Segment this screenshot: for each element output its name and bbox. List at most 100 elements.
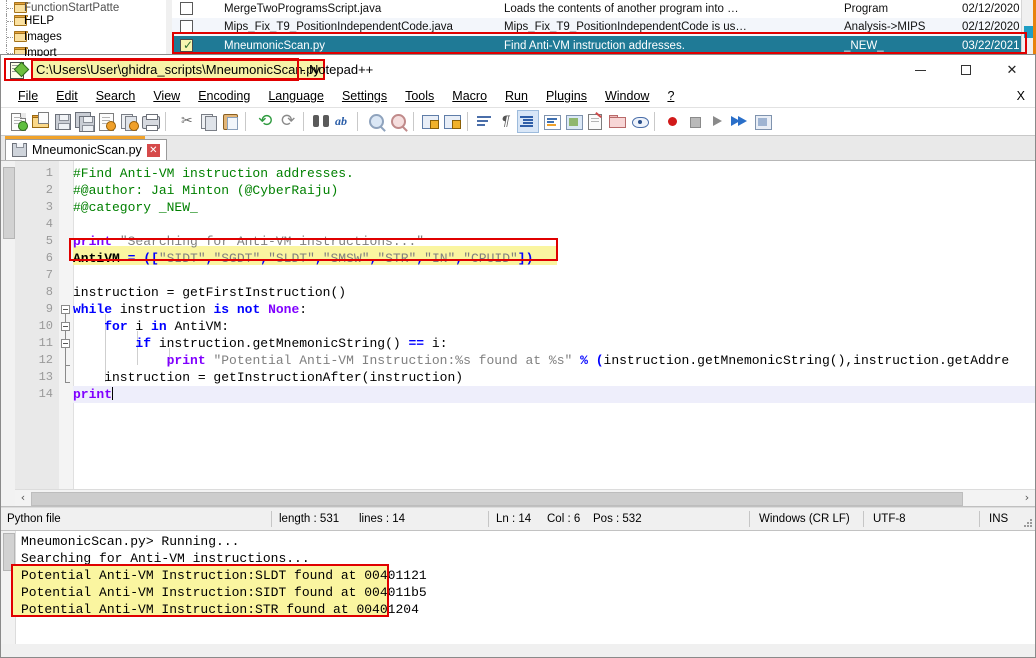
status-insert-mode[interactable]: INS bbox=[983, 508, 1029, 530]
cut-icon[interactable]: ✂ bbox=[177, 112, 197, 132]
zoom-out-icon[interactable] bbox=[389, 112, 409, 132]
line-number: 12 bbox=[38, 353, 53, 367]
close-button[interactable]: ✕ bbox=[989, 55, 1035, 85]
status-eol-format[interactable]: Windows (CR LF) bbox=[753, 508, 869, 530]
tree-item-label: Import bbox=[24, 47, 57, 56]
tree-item-help[interactable]: HELP bbox=[0, 13, 166, 29]
row-checkbox[interactable] bbox=[180, 20, 193, 33]
menu-window[interactable]: Window bbox=[596, 85, 658, 107]
run-icon[interactable] bbox=[753, 112, 773, 132]
record-macro-icon[interactable] bbox=[663, 112, 683, 132]
row-category: Program bbox=[844, 3, 889, 15]
status-pos: Pos : 532 bbox=[593, 513, 642, 525]
scroll-right-arrow-icon[interactable]: › bbox=[1019, 490, 1035, 505]
tree-item-label: Images bbox=[24, 31, 62, 43]
tree-item-label: FunctionStartPatte bbox=[24, 2, 120, 14]
menu-macro[interactable]: Macro bbox=[443, 85, 496, 107]
close-document-button[interactable]: X bbox=[1017, 85, 1025, 107]
menu-encoding[interactable]: Encoding bbox=[189, 85, 259, 107]
menu-run[interactable]: Run bbox=[496, 85, 537, 107]
menu-edit[interactable]: Edit bbox=[47, 85, 87, 107]
paste-icon[interactable] bbox=[221, 112, 241, 132]
word-wrap-icon[interactable] bbox=[475, 112, 495, 132]
tab-close-icon[interactable]: ✕ bbox=[146, 143, 160, 157]
fold-toggle-line-9[interactable] bbox=[61, 305, 70, 314]
status-encoding[interactable]: UTF-8 bbox=[867, 508, 973, 530]
code-line-10: for i in AntiVM: bbox=[104, 319, 230, 334]
tree-item-images[interactable]: Images bbox=[0, 29, 166, 45]
menu-tools[interactable]: Tools bbox=[396, 85, 443, 107]
code-line-12: print "Potential Anti-VM Instruction:%s … bbox=[166, 353, 1010, 368]
sync-horizontal-scroll-icon[interactable] bbox=[443, 112, 463, 132]
menu-view[interactable]: View bbox=[144, 85, 189, 107]
save-all-icon[interactable] bbox=[75, 112, 95, 132]
menu-language[interactable]: Language bbox=[259, 85, 333, 107]
open-file-icon[interactable] bbox=[31, 112, 51, 132]
tree-item-label: HELP bbox=[24, 15, 55, 27]
annotation-box-console-results bbox=[11, 564, 389, 617]
fold-toggle-line-10[interactable] bbox=[61, 322, 70, 331]
sync-vertical-scroll-icon[interactable] bbox=[421, 112, 441, 132]
new-file-icon[interactable] bbox=[9, 112, 29, 132]
find-icon[interactable] bbox=[311, 112, 331, 132]
table-row-selected[interactable]: ✓ MneumonicScan.py Find Anti-VM instruct… bbox=[172, 36, 1022, 56]
menu-settings[interactable]: Settings bbox=[333, 85, 396, 107]
playback-macro-icon[interactable] bbox=[707, 112, 727, 132]
notepadpp-app-icon bbox=[10, 61, 30, 79]
menu-plugins[interactable]: Plugins bbox=[537, 85, 596, 107]
fold-toggle-line-11[interactable] bbox=[61, 339, 70, 348]
replace-icon[interactable]: ab bbox=[333, 112, 353, 132]
status-divider bbox=[979, 511, 980, 527]
zoom-in-icon[interactable] bbox=[367, 112, 387, 132]
menu-help[interactable]: ? bbox=[658, 85, 683, 107]
code-folding-margin[interactable] bbox=[59, 161, 74, 506]
maximize-button[interactable] bbox=[943, 55, 989, 85]
redo-icon[interactable]: ⟳ bbox=[279, 112, 299, 132]
code-editor[interactable]: 1 2 3 4 5 6 7 8 9 10 11 12 13 14 #Find A… bbox=[1, 161, 1035, 507]
monitoring-icon[interactable] bbox=[630, 112, 650, 132]
menu-search[interactable]: Search bbox=[87, 85, 145, 107]
undo-icon[interactable]: ⟲ bbox=[257, 112, 277, 132]
document-map-icon[interactable] bbox=[564, 112, 584, 132]
show-all-characters-icon[interactable]: ¶ bbox=[497, 112, 517, 132]
copy-icon[interactable] bbox=[199, 112, 219, 132]
tab-mneumonicscan-py[interactable]: MneumonicScan.py ✕ bbox=[5, 139, 167, 160]
table-row[interactable]: Mips_Fix_T9_PositionIndependentCode.java… bbox=[172, 18, 1022, 37]
save-icon[interactable] bbox=[53, 112, 73, 132]
console-output-panel[interactable]: MneumonicScan.py> Running... Searching f… bbox=[1, 531, 1035, 644]
editor-horizontal-scrollbar[interactable]: ‹ › bbox=[15, 489, 1035, 506]
title-bar: C:\Users\User\ghidra_scripts\MneumonicSc… bbox=[1, 55, 1035, 85]
print-icon[interactable] bbox=[141, 112, 161, 132]
indent-guideline-icon[interactable] bbox=[518, 112, 538, 132]
resize-grip[interactable] bbox=[1024, 519, 1032, 527]
scrollbar-thumb[interactable] bbox=[31, 492, 963, 506]
run-macro-multiple-icon[interactable] bbox=[729, 112, 749, 132]
row-description: Mips_Fix_T9_PositionIndependentCode is u… bbox=[504, 21, 747, 33]
save-icon bbox=[12, 143, 27, 157]
user-defined-dialog-icon[interactable] bbox=[542, 112, 562, 132]
toolbar-separator bbox=[413, 112, 414, 131]
ghidra-category-tree[interactable]: FunctionStartPatte HELP Images Import bbox=[0, 0, 167, 56]
row-checkbox[interactable] bbox=[180, 2, 193, 15]
code-line-5: print "Searching for Anti-VM instruction… bbox=[73, 234, 425, 249]
menu-file[interactable]: File bbox=[9, 85, 47, 107]
close-all-files-icon[interactable] bbox=[119, 112, 139, 132]
line-number: 3 bbox=[45, 200, 53, 214]
close-file-icon[interactable] bbox=[97, 112, 117, 132]
toolbar-separator bbox=[303, 112, 304, 131]
stop-recording-icon[interactable] bbox=[685, 112, 705, 132]
folder-workspace-icon[interactable] bbox=[608, 112, 628, 132]
row-script-name: MergeTwoProgramsScript.java bbox=[224, 3, 382, 15]
line-number: 9 bbox=[45, 302, 53, 316]
toolbar-separator bbox=[467, 112, 468, 131]
text-caret bbox=[112, 387, 114, 400]
toolbar-separator bbox=[245, 112, 246, 131]
row-checkbox-checked[interactable]: ✓ bbox=[180, 39, 193, 52]
function-list-icon[interactable] bbox=[586, 111, 606, 132]
scroll-left-arrow-icon[interactable]: ‹ bbox=[15, 490, 31, 505]
table-row[interactable]: MergeTwoProgramsScript.java Loads the co… bbox=[172, 0, 1022, 19]
ghidra-script-table[interactable]: MergeTwoProgramsScript.java Loads the co… bbox=[172, 0, 1022, 56]
minimize-button[interactable] bbox=[897, 55, 943, 85]
line-number: 6 bbox=[45, 251, 53, 265]
code-text-area[interactable]: #Find Anti-VM instruction addresses. #@a… bbox=[73, 161, 1035, 506]
